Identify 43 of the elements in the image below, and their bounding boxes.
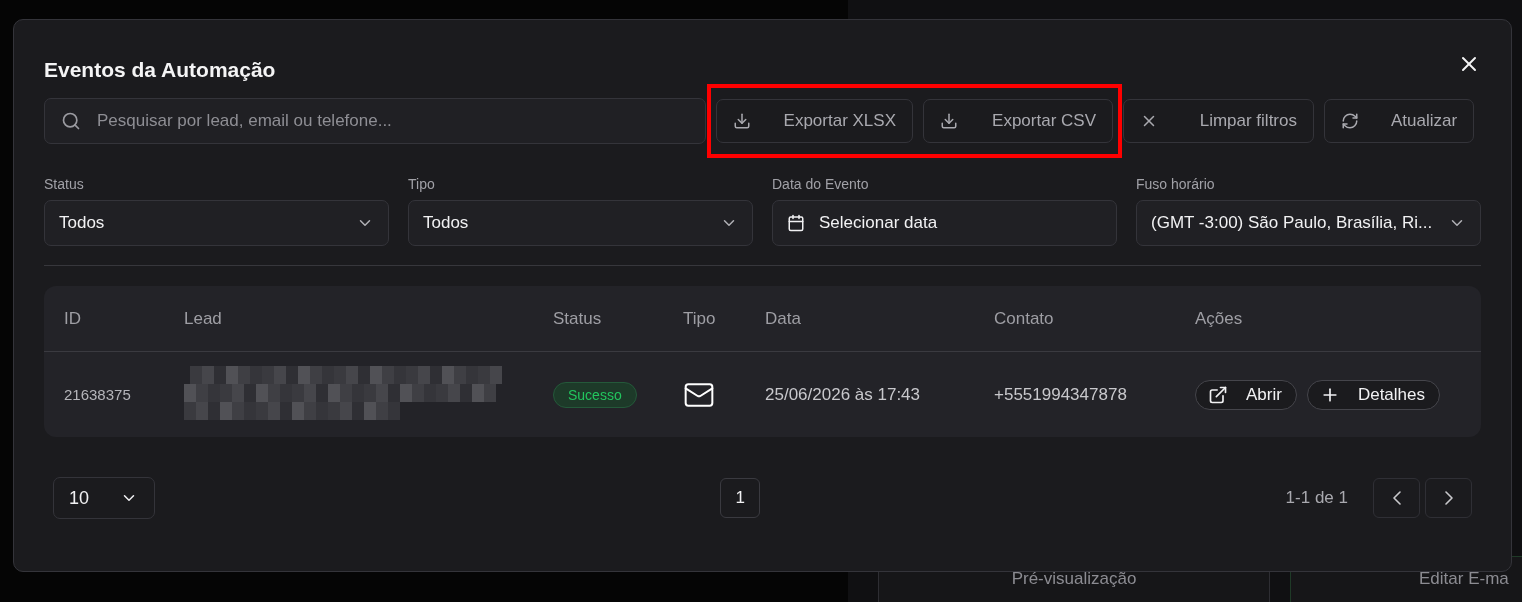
details-button[interactable]: Detalhes	[1306, 379, 1440, 410]
chevron-left-icon	[1392, 491, 1401, 505]
column-header: Tipo	[683, 308, 717, 329]
search-icon	[61, 111, 81, 131]
select-field[interactable]: Todos	[408, 200, 753, 246]
card-title: Editar E-ma	[1419, 569, 1509, 590]
previous-page-button[interactable]	[1373, 478, 1420, 518]
dialog-title: Eventos da Automação	[44, 57, 276, 83]
column-header: Lead	[184, 308, 223, 329]
filter-label: Fuso horário	[1136, 176, 1216, 194]
page-size-select[interactable]: 10	[53, 477, 155, 519]
download-icon	[940, 112, 958, 130]
filter-label: Status	[44, 176, 85, 194]
column-header: Data	[765, 308, 802, 329]
filter-label: Tipo	[408, 176, 436, 194]
export-button[interactable]: Exportar CSV	[923, 99, 1113, 143]
date-picker[interactable]: Selecionar data	[772, 200, 1117, 246]
next-page-button[interactable]	[1425, 478, 1472, 518]
download-icon	[733, 112, 751, 130]
page-button[interactable]: 1	[720, 478, 761, 518]
calendar-icon	[787, 214, 805, 232]
external-link-icon	[1208, 384, 1228, 405]
select-field[interactable]: (GMT -3:00) São Paulo, Brasília, Ri...	[1136, 200, 1481, 246]
export-button[interactable]: Exportar XLSX	[716, 99, 913, 143]
table-cell-text: 25/06/2026 às 17:43	[765, 384, 922, 405]
select-field[interactable]: Todos	[44, 200, 389, 246]
refresh-icon	[1341, 112, 1359, 130]
status-badge: Sucesso	[553, 381, 637, 408]
search-input[interactable]: Pesquisar por lead, email ou telefone...	[95, 110, 689, 132]
column-header: Contato	[994, 308, 1055, 329]
page-range: 1-1 de 1	[1285, 488, 1348, 508]
card-title: Pré-visualização	[1011, 569, 1137, 590]
filter-label: Data do Evento	[772, 176, 870, 194]
column-header: Ações	[1195, 308, 1244, 329]
chevron-right-icon	[1444, 491, 1453, 505]
column-header: Status	[553, 308, 603, 329]
open-button[interactable]: Abrir	[1195, 379, 1297, 410]
column-header: ID	[64, 308, 82, 329]
table-cell-text: 21638375	[64, 386, 132, 403]
clear-filters-button[interactable]: Limpar filtros	[1123, 99, 1314, 143]
table-cell-text: +5551994347878	[994, 384, 1128, 405]
search-field[interactable]: Pesquisar por lead, email ou telefone...	[44, 98, 706, 144]
refresh-button[interactable]: Atualizar	[1324, 99, 1475, 143]
